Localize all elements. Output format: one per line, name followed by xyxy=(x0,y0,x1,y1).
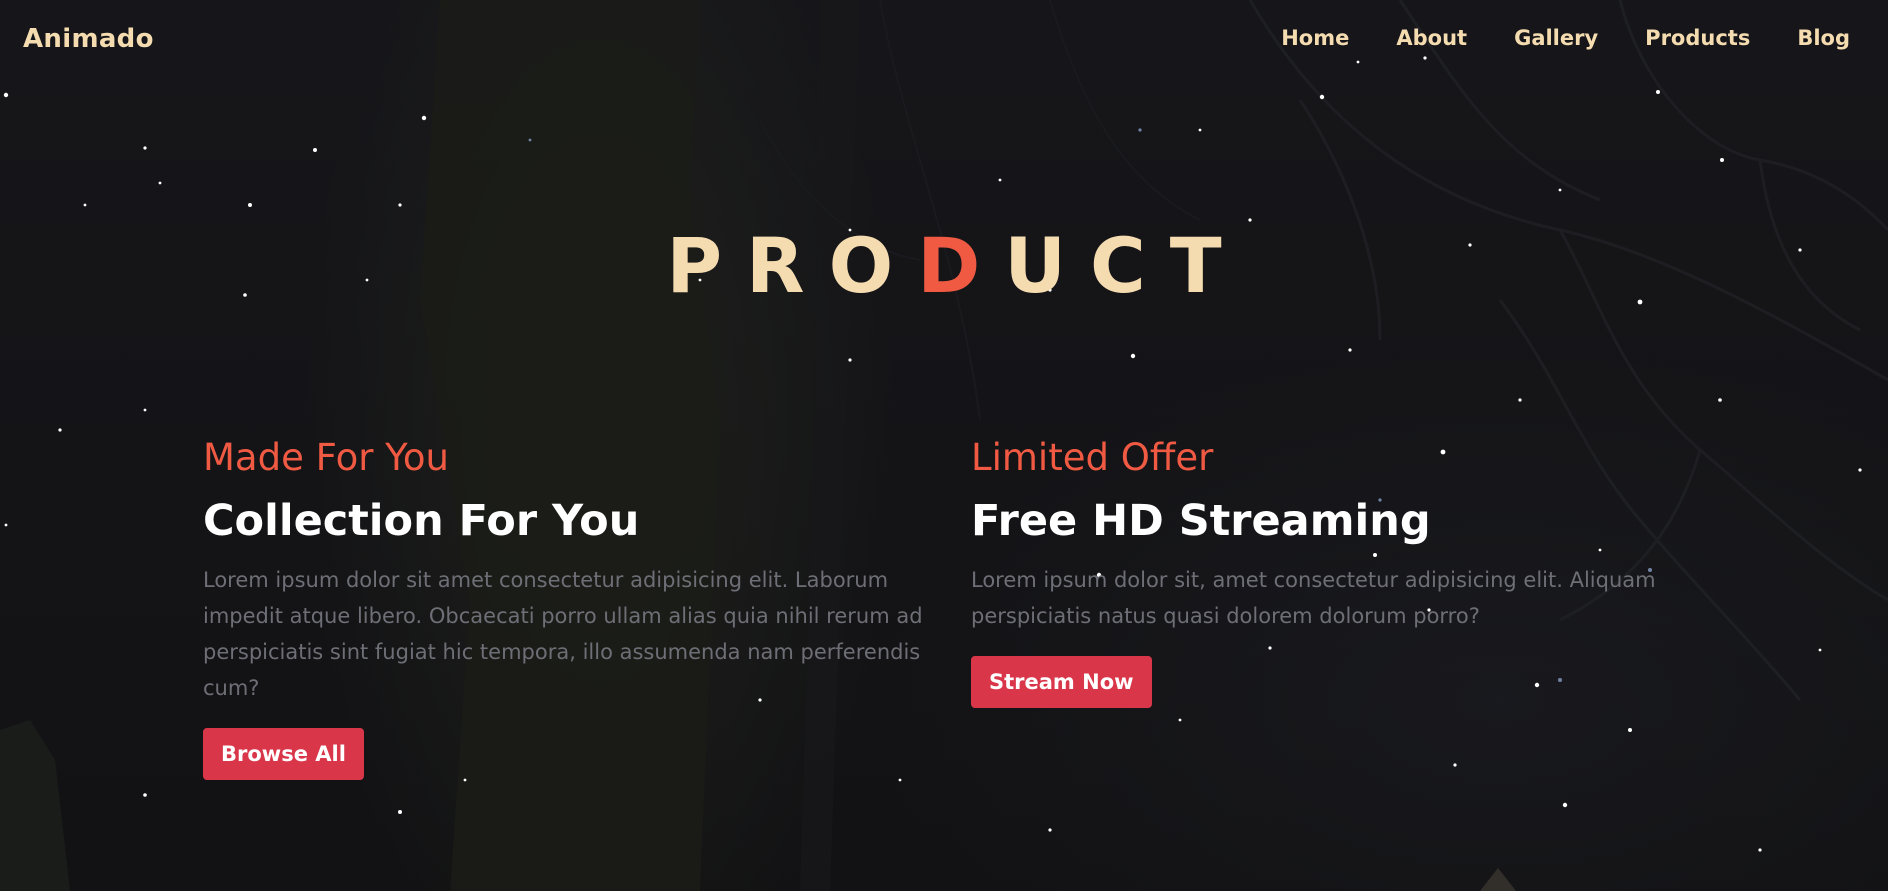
heading-part-start: PRO xyxy=(666,221,918,310)
card-collection: Made For You Collection For You Lorem ip… xyxy=(203,436,923,780)
card-title: Free HD Streaming xyxy=(971,496,1431,547)
page-heading: PRODUCT xyxy=(0,228,1888,304)
nav-products[interactable]: Products xyxy=(1645,26,1750,50)
brand-logo[interactable]: Animado xyxy=(23,24,154,54)
card-title: Collection For You xyxy=(203,496,640,547)
card-description: Lorem ipsum dolor sit, amet consectetur … xyxy=(971,567,1656,628)
stream-now-button[interactable]: Stream Now xyxy=(971,655,1152,708)
hero-section: Animado Home About Gallery Products Blog… xyxy=(0,0,1888,891)
browse-all-button[interactable]: Browse All xyxy=(203,727,364,780)
heading-part-end: UCT xyxy=(1004,221,1246,310)
card-eyebrow: Made For You xyxy=(203,436,449,479)
card-eyebrow: Limited Offer xyxy=(971,436,1214,479)
main-navigation: Home About Gallery Products Blog xyxy=(1281,26,1850,50)
nav-home[interactable]: Home xyxy=(1281,26,1349,50)
heading-accent-letter: D xyxy=(917,221,1005,310)
nav-about[interactable]: About xyxy=(1396,26,1467,50)
card-streaming: Limited Offer Free HD Streaming Lorem ip… xyxy=(971,436,1671,708)
nav-gallery[interactable]: Gallery xyxy=(1514,26,1598,50)
nav-blog[interactable]: Blog xyxy=(1797,26,1850,50)
card-description: Lorem ipsum dolor sit amet consectetur a… xyxy=(203,567,923,700)
